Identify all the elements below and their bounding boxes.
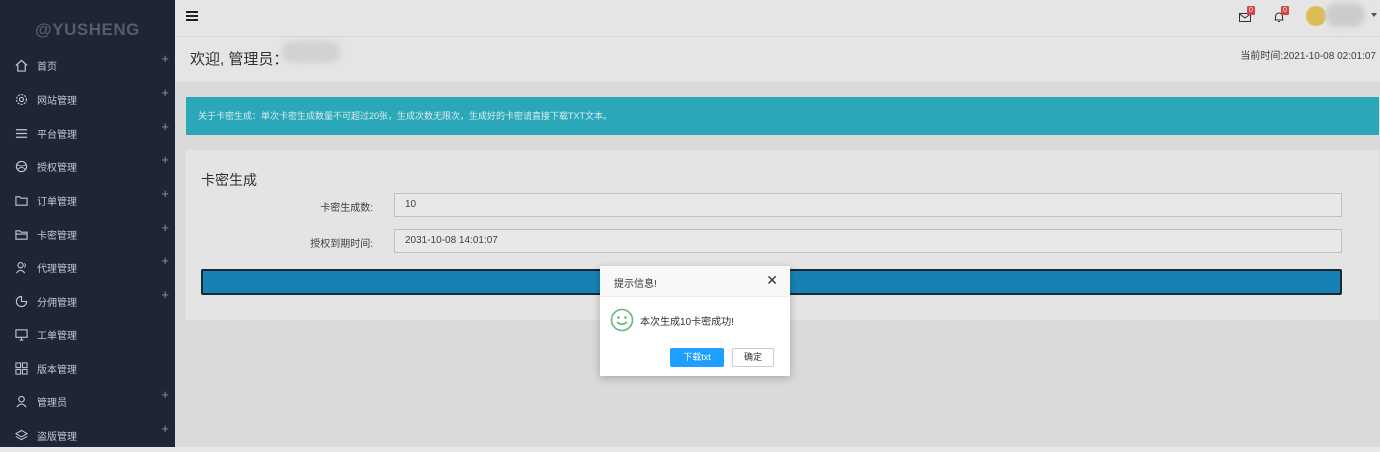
expand-icon[interactable]: + — [161, 186, 169, 201]
expand-icon[interactable]: + — [161, 152, 169, 167]
sidebar-item-commission[interactable]: 分佣管理 + — [0, 285, 175, 318]
dialog-header: 提示信息! ✕ — [600, 266, 790, 297]
dialog-body: 本次生成10卡密成功! — [610, 308, 734, 332]
sidebar-item-label: 分佣管理 — [37, 298, 77, 309]
sidebar-item-label: 平台管理 — [37, 130, 77, 141]
info-dialog: 提示信息! ✕ 本次生成10卡密成功! 下载txt 确定 — [600, 266, 790, 376]
sidebar-item-label: 代理管理 — [37, 264, 77, 275]
sidebar-item-label: 授权管理 — [37, 163, 77, 174]
expand-icon[interactable]: + — [161, 287, 169, 302]
sidebar-item-agents[interactable]: 代理管理 + — [0, 251, 175, 284]
expand-icon[interactable]: + — [161, 119, 169, 134]
sidebar-item-tickets[interactable]: 工单管理 — [0, 318, 175, 351]
confirm-button[interactable]: 确定 — [732, 348, 774, 367]
dialog-title: 提示信息! — [614, 279, 657, 290]
sidebar-item-home[interactable]: 首页 + — [0, 49, 175, 82]
dialog-message: 本次生成10卡密成功! — [640, 316, 734, 328]
expand-icon[interactable]: + — [161, 253, 169, 268]
expand-icon[interactable]: + — [161, 85, 169, 100]
pie-icon — [14, 295, 28, 309]
sidebar-item-piracy[interactable]: 盗版管理 + — [0, 419, 175, 452]
gear-icon — [14, 93, 28, 107]
monitor-icon — [14, 328, 28, 342]
sidebar-item-admins[interactable]: 管理员 + — [0, 385, 175, 418]
sidebar-item-label: 网站管理 — [37, 96, 77, 107]
layers-icon — [14, 429, 28, 443]
sidebar-item-label: 订单管理 — [37, 197, 77, 208]
users-icon — [14, 261, 28, 275]
expand-icon[interactable]: + — [161, 421, 169, 436]
user-icon — [14, 395, 28, 409]
sidebar-item-label: 版本管理 — [37, 365, 77, 376]
smile-icon — [610, 308, 634, 332]
globe-icon — [14, 160, 28, 174]
sidebar-item-license[interactable]: 授权管理 + — [0, 150, 175, 183]
sidebar-item-label: 盗版管理 — [37, 432, 77, 443]
modal-overlay — [175, 0, 1380, 447]
sidebar-item-label: 卡密管理 — [37, 231, 77, 242]
sidebar-item-label: 管理员 — [37, 398, 67, 409]
sidebar-item-versions[interactable]: 版本管理 — [0, 352, 175, 385]
sidebar-item-cards[interactable]: 卡密管理 + — [0, 218, 175, 251]
expand-icon[interactable]: + — [161, 387, 169, 402]
download-txt-button[interactable]: 下载txt — [670, 348, 724, 367]
close-icon[interactable]: ✕ — [766, 273, 778, 287]
expand-icon[interactable]: + — [161, 220, 169, 235]
folder-icon — [14, 194, 28, 208]
sidebar-item-label: 工单管理 — [37, 331, 77, 342]
list-icon — [14, 127, 28, 141]
home-icon — [14, 59, 28, 73]
folder-open-icon — [14, 228, 28, 242]
sidebar-item-platform[interactable]: 平台管理 + — [0, 117, 175, 150]
sidebar-item-orders[interactable]: 订单管理 + — [0, 184, 175, 217]
expand-icon[interactable]: + — [161, 51, 169, 66]
sidebar-item-website[interactable]: 网站管理 + — [0, 83, 175, 116]
sidebar: @YUSHENG 首页 + 网站管理 + 平台管理 + 授权管理 + 订单管理 … — [0, 0, 175, 447]
sidebar-item-label: 首页 — [37, 62, 57, 73]
grid-icon — [14, 362, 28, 376]
